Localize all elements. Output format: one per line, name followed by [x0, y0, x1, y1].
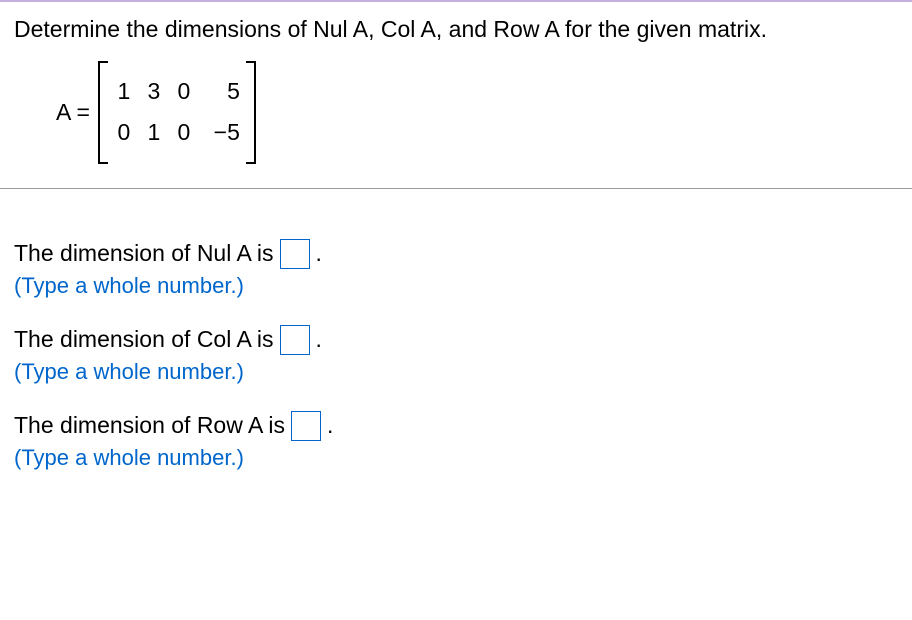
- answer-area: The dimension of Nul A is . (Type a whol…: [0, 189, 912, 511]
- bracket-right: [246, 61, 256, 164]
- answer-nul-prefix: The dimension of Nul A is: [14, 240, 274, 267]
- question-area: Determine the dimensions of Nul A, Col A…: [0, 2, 912, 188]
- matrix-label: A =: [56, 99, 90, 126]
- answer-nul-hint: (Type a whole number.): [14, 273, 898, 299]
- matrix-content: 1 3 0 5 0 1 0 −5: [108, 61, 246, 164]
- matrix-row-1: 1 3 0 5: [114, 71, 240, 112]
- matrix-cell: 5: [204, 71, 240, 112]
- matrix-cell: 0: [174, 71, 194, 112]
- answer-col-suffix: .: [316, 326, 322, 353]
- matrix: 1 3 0 5 0 1 0 −5: [98, 61, 256, 164]
- matrix-row-2: 0 1 0 −5: [114, 112, 240, 153]
- matrix-cell: 0: [114, 112, 134, 153]
- answer-col-line: The dimension of Col A is .: [14, 325, 898, 355]
- row-input[interactable]: [291, 411, 321, 441]
- matrix-cell: 1: [144, 112, 164, 153]
- matrix-cell: 1: [114, 71, 134, 112]
- matrix-cell: 0: [174, 112, 194, 153]
- bracket-left: [98, 61, 108, 164]
- answer-col-hint: (Type a whole number.): [14, 359, 898, 385]
- answer-row: The dimension of Row A is . (Type a whol…: [14, 411, 898, 471]
- answer-row-hint: (Type a whole number.): [14, 445, 898, 471]
- col-input[interactable]: [280, 325, 310, 355]
- matrix-cell: −5: [204, 112, 240, 153]
- answer-col-prefix: The dimension of Col A is: [14, 326, 274, 353]
- answer-row-prefix: The dimension of Row A is: [14, 412, 285, 439]
- nul-input[interactable]: [280, 239, 310, 269]
- answer-row-line: The dimension of Row A is .: [14, 411, 898, 441]
- matrix-equation: A = 1 3 0 5 0 1 0 −5: [56, 61, 898, 164]
- matrix-cell: 3: [144, 71, 164, 112]
- answer-nul-suffix: .: [316, 240, 322, 267]
- answer-nul: The dimension of Nul A is . (Type a whol…: [14, 239, 898, 299]
- question-prompt: Determine the dimensions of Nul A, Col A…: [14, 16, 898, 43]
- answer-row-suffix: .: [327, 412, 333, 439]
- answer-nul-line: The dimension of Nul A is .: [14, 239, 898, 269]
- answer-col: The dimension of Col A is . (Type a whol…: [14, 325, 898, 385]
